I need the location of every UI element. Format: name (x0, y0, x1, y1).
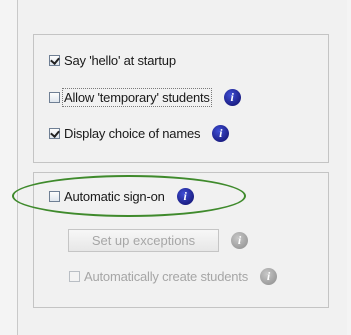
auto-create-checkbox[interactable] (69, 271, 80, 282)
auto-create-label: Automatically create students (84, 269, 249, 284)
info-icon: i (231, 232, 248, 249)
allow-temporary-label: Allow 'temporary' students (62, 88, 212, 107)
auto-create-option[interactable]: Automatically create students i (69, 268, 278, 285)
auto-signon-checkbox[interactable] (49, 191, 60, 202)
auto-signon-option[interactable]: Automatic sign-on i (49, 188, 194, 205)
display-names-checkbox[interactable] (49, 128, 60, 139)
say-hello-option[interactable]: Say 'hello' at startup (49, 53, 176, 68)
setup-exceptions-info: i (231, 232, 248, 249)
info-icon[interactable]: i (176, 188, 194, 205)
display-names-option[interactable]: Display choice of names i (49, 125, 230, 142)
allow-temporary-option[interactable]: Allow 'temporary' students i (49, 88, 241, 107)
info-icon[interactable]: i (212, 125, 230, 142)
display-names-label: Display choice of names (64, 126, 201, 141)
allow-temporary-checkbox[interactable] (49, 92, 60, 103)
info-icon[interactable]: i (223, 89, 241, 106)
say-hello-checkbox[interactable] (49, 55, 60, 66)
info-icon: i (260, 268, 278, 285)
say-hello-label: Say 'hello' at startup (64, 53, 176, 68)
auto-signon-label: Automatic sign-on (64, 189, 165, 204)
setup-exceptions-button[interactable]: Set up exceptions (68, 229, 219, 252)
